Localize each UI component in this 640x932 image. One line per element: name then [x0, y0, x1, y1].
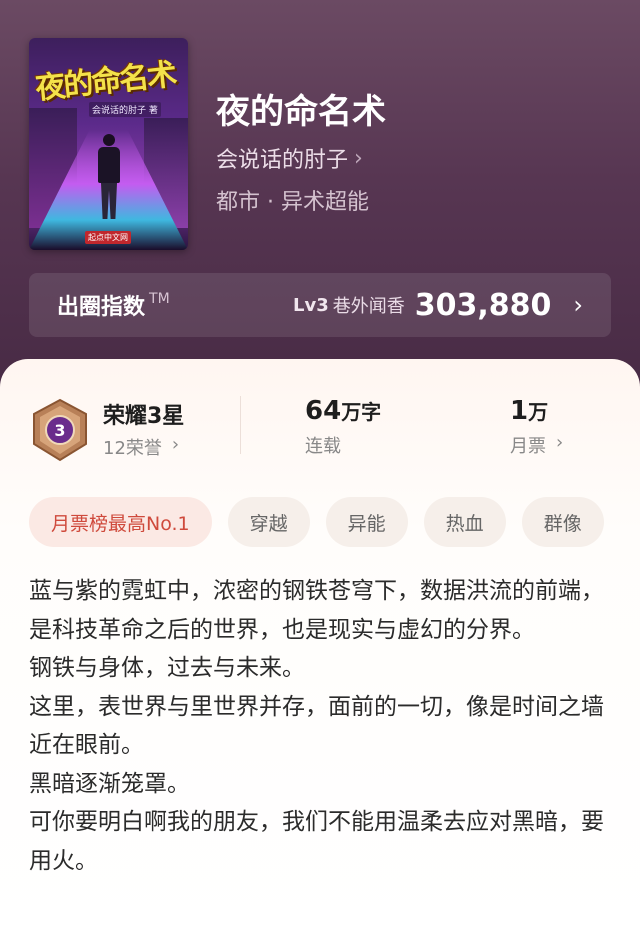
- author-link[interactable]: 会说话的肘子 ›: [216, 142, 363, 174]
- word-count-unit: 万字: [341, 400, 382, 424]
- author-name: 会说话的肘子: [216, 148, 349, 173]
- tag-rank[interactable]: 月票榜最高No.1: [29, 497, 212, 547]
- chevron-right-icon: ›: [171, 434, 180, 455]
- honor-title[interactable]: 荣耀3星: [103, 398, 184, 430]
- monthly-ticket-label: 月票: [510, 436, 546, 457]
- book-description[interactable]: 蓝与紫的霓虹中，浓密的钢铁苍穹下，数据洪流的前端，是科技革命之后的世界，也是现实…: [29, 572, 619, 880]
- cover-publisher: 起点中文网: [85, 231, 131, 244]
- index-level-desc: 巷外闻香: [332, 296, 405, 317]
- chevron-right-icon: ›: [573, 291, 583, 319]
- book-cover[interactable]: 夜的命名术 会说话的肘子 著 起点中文网: [29, 38, 188, 250]
- index-tm: TM: [149, 291, 170, 307]
- popularity-index-bar[interactable]: 出圈指数 TM Lv3 巷外闻香 303,880 ›: [29, 273, 611, 337]
- description-paragraph: 这里，表世界与里世界并存，面前的一切，像是时间之墙近在眼前。: [29, 693, 604, 759]
- monthly-ticket-unit: 万: [528, 400, 549, 424]
- monthly-ticket-stat[interactable]: 1万 月票 ›: [510, 396, 563, 458]
- chevron-right-icon: ›: [556, 432, 564, 453]
- tag-list: 月票榜最高No.1 穿越 异能 热血 群像: [29, 497, 604, 547]
- tag-item[interactable]: 异能: [325, 497, 408, 547]
- description-paragraph: 黑暗逐渐笼罩。: [29, 770, 190, 797]
- stats-divider: [240, 396, 241, 454]
- honor-count-link[interactable]: 12荣誉 ›: [103, 434, 179, 460]
- index-label: 出圈指数: [57, 295, 146, 320]
- cover-figure: [97, 134, 121, 220]
- book-title: 夜的命名术: [216, 92, 386, 132]
- description-paragraph: 可你要明白啊我的朋友，我们不能用温柔去应对黑暗，要用火。: [29, 809, 604, 874]
- monthly-ticket-value: 1: [510, 396, 529, 426]
- word-count-stat: 64万字 连载: [305, 396, 381, 458]
- chevron-right-icon: ›: [354, 145, 363, 171]
- book-genre: 都市 · 异术超能: [216, 190, 369, 215]
- honor-badge-icon[interactable]: 3: [30, 398, 90, 462]
- tag-item[interactable]: 群像: [521, 497, 604, 547]
- index-level: Lv3: [293, 294, 329, 316]
- description-paragraph: 钢铁与身体，过去与未来。: [29, 655, 305, 681]
- tag-item[interactable]: 热血: [423, 497, 506, 547]
- cover-title: 夜的命名术: [33, 57, 177, 107]
- honor-count: 12荣誉: [103, 438, 162, 459]
- badge-number: 3: [54, 421, 65, 440]
- cover-author: 会说话的肘子 著: [89, 102, 161, 117]
- tag-item[interactable]: 穿越: [227, 497, 310, 547]
- description-paragraph: 蓝与紫的霓虹中，浓密的钢铁苍穹下，数据洪流的前端，是科技革命之后的世界，也是现实…: [29, 578, 604, 643]
- serial-status: 连载: [305, 436, 341, 457]
- index-value: 303,880: [414, 287, 552, 323]
- word-count-value: 64: [305, 396, 342, 426]
